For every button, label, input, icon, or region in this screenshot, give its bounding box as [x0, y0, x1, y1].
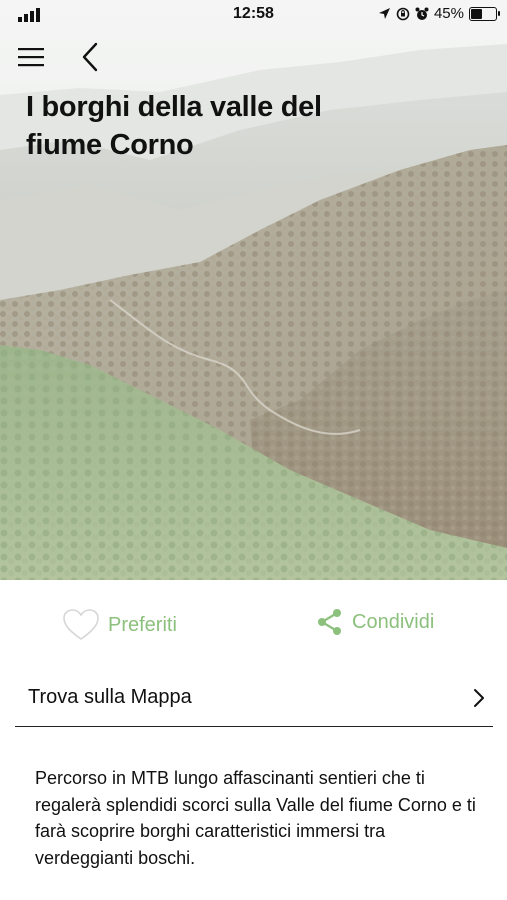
find-on-map-row[interactable]: Trova sulla Mappa — [15, 672, 493, 727]
heart-outline-icon — [63, 609, 99, 640]
battery-percentage: 45% — [433, 5, 464, 22]
share-label: Condividi — [352, 610, 435, 633]
alarm-icon — [415, 7, 429, 20]
share-icon — [318, 609, 341, 635]
chevron-left-icon[interactable] — [78, 42, 102, 72]
action-bar: Preferiti Condividi — [0, 608, 507, 652]
battery-level — [471, 8, 482, 19]
app-screen: 12:58 45% I borghi della valle del fiume… — [0, 0, 507, 900]
find-on-map-label: Trova sulla Mappa — [28, 686, 192, 708]
location-arrow-icon — [378, 8, 390, 19]
status-bar: 12:58 45% — [0, 0, 507, 32]
mountain-landscape-illustration — [0, 0, 507, 580]
chevron-right-icon — [474, 689, 484, 707]
battery-icon — [469, 6, 500, 21]
route-description: Percorso in MTB lungo affascinanti senti… — [35, 768, 476, 868]
page-title: I borghi della valle del fiume Corno — [26, 91, 322, 161]
hero-image — [0, 0, 507, 580]
status-indicators: 45% — [378, 5, 500, 22]
share-button[interactable]: Condividi — [316, 608, 434, 636]
favorites-button[interactable]: Preferiti — [62, 608, 177, 642]
favorites-label: Preferiti — [108, 613, 177, 636]
hamburger-menu-icon[interactable] — [18, 46, 44, 68]
rotation-lock-icon — [396, 7, 410, 20]
